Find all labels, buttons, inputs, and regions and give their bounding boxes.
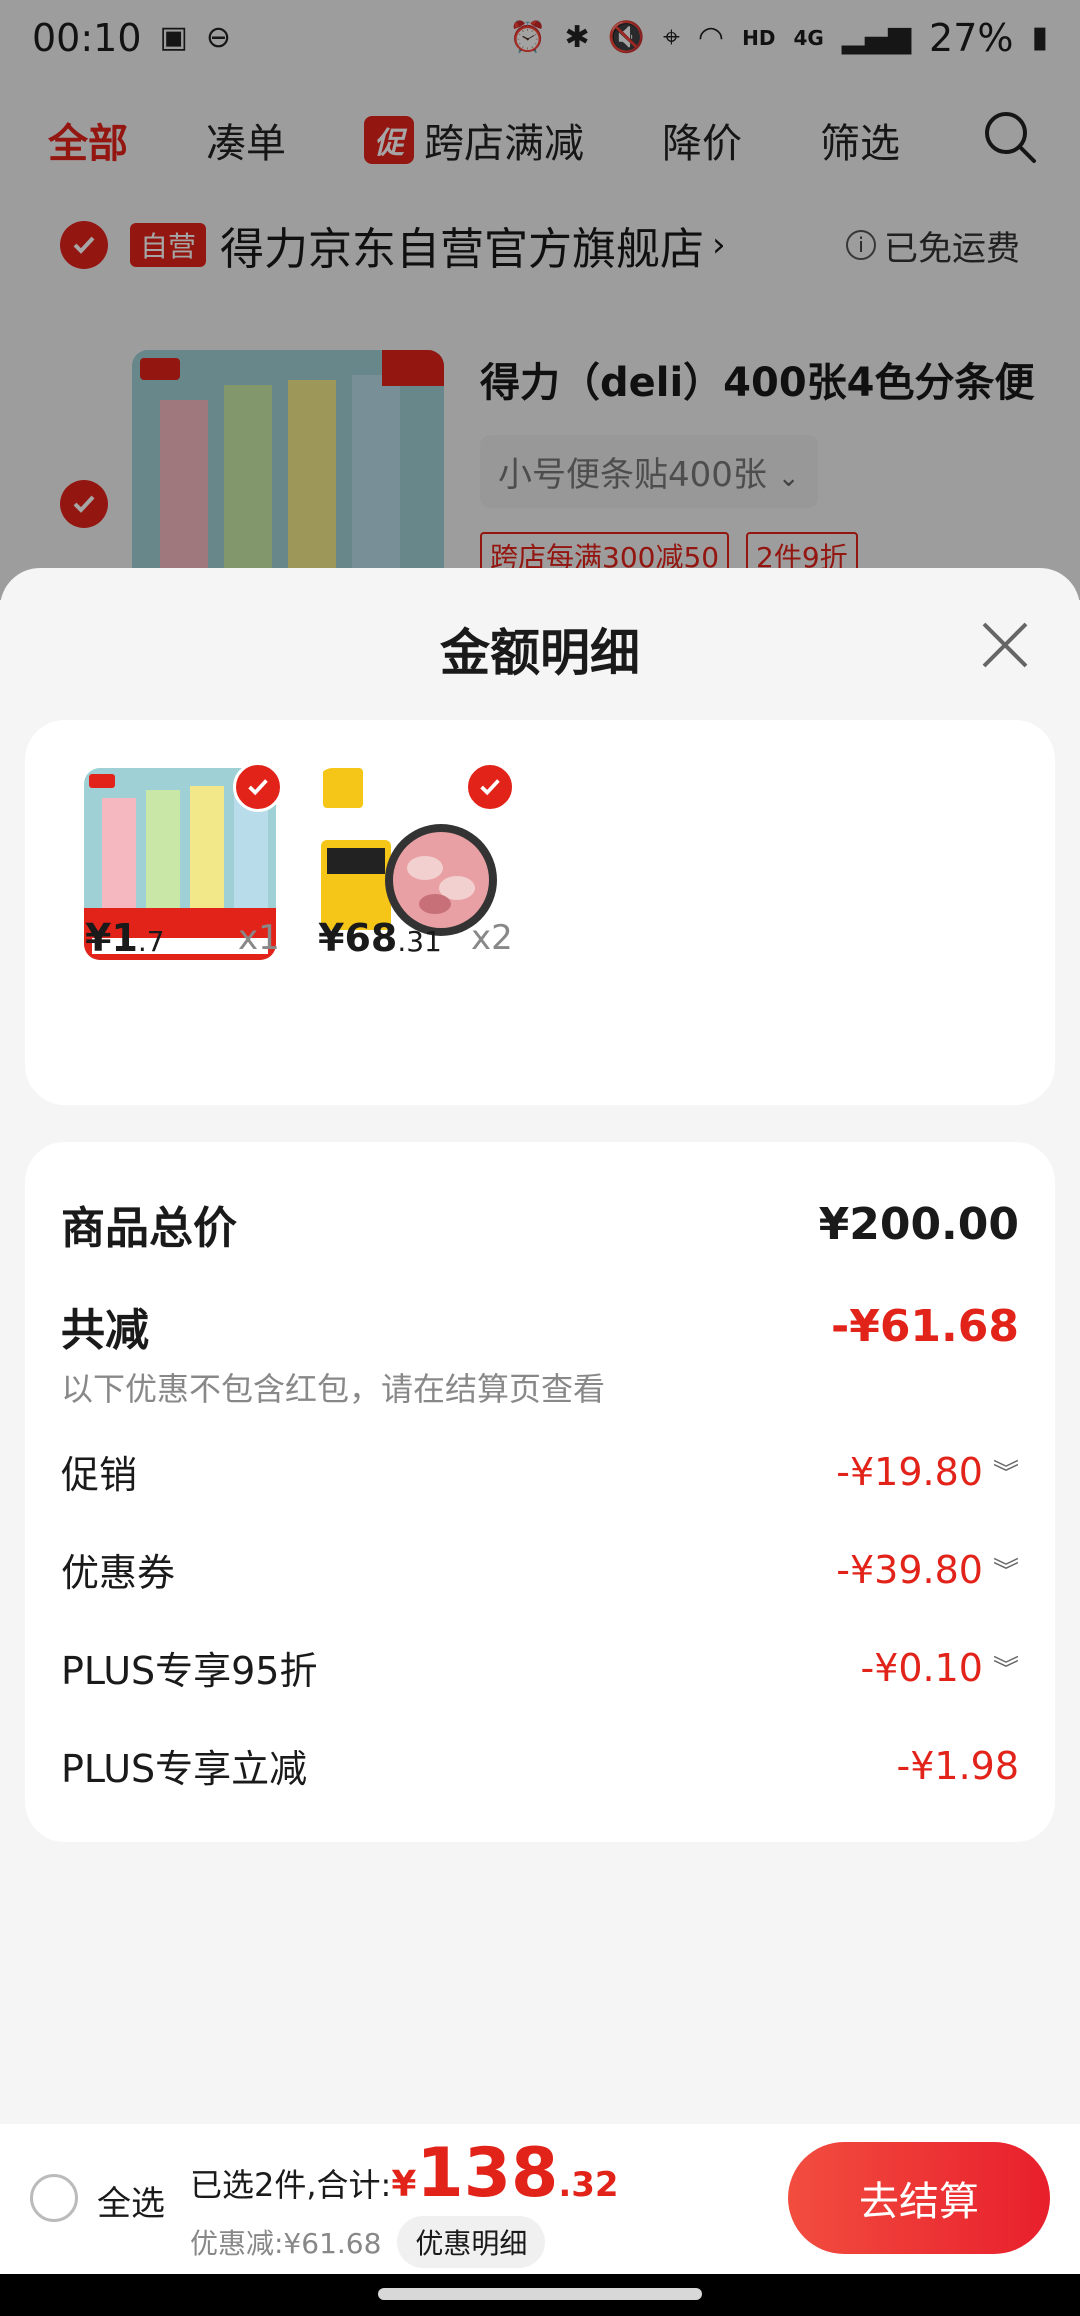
- checkout-bar: 全选 已选2件,合计: ¥ 138 .32 优惠减:¥61.68 优惠明细 去结…: [0, 2124, 1080, 2274]
- check-icon: [480, 779, 500, 796]
- amount-breakdown-card: 商品总价 ¥200.00 共减 -¥61.68 以下优惠不包含红包，请在结算页查…: [25, 1142, 1055, 1842]
- item-price: ¥68.31: [318, 916, 442, 960]
- coupon-line[interactable]: 优惠券 -¥39.80 ︾: [61, 1542, 1019, 1597]
- total-price-value: ¥200.00: [818, 1198, 1019, 1250]
- total-reduction-row: 共减 -¥61.68: [61, 1294, 1019, 1358]
- system-nav-bar: [0, 2274, 1080, 2316]
- total-price-label: 商品总价: [61, 1203, 237, 1254]
- check-icon: [248, 779, 268, 796]
- plus-reduction-line: PLUS专享立减 -¥1.98: [61, 1743, 1019, 1792]
- total-price-row: 商品总价 ¥200.00: [61, 1192, 1019, 1256]
- amount-detail-sheet: 金额明细 ¥1.7 x1 ¥68.31 x2 商品总价 ¥200.00 共减 -…: [0, 568, 1080, 2124]
- reduction-label: 共减: [61, 1305, 149, 1356]
- select-all-label[interactable]: 全选: [97, 2176, 165, 2225]
- total-currency: ¥: [391, 2164, 417, 2205]
- chevron-down-icon: ︾: [992, 1459, 1019, 1489]
- item-selected-check: [465, 762, 515, 812]
- discount-text: 优惠减:¥61.68: [190, 2227, 382, 2260]
- home-indicator[interactable]: [378, 2288, 702, 2300]
- item-quantity: x1: [238, 918, 280, 958]
- reduction-value: -¥61.68: [830, 1300, 1019, 1352]
- reduction-note: 以下优惠不包含红包，请在结算页查看: [61, 1370, 606, 1408]
- close-icon[interactable]: [978, 618, 1032, 672]
- plus-discount-line[interactable]: PLUS专享95折 -¥0.10 ︾: [61, 1640, 1019, 1695]
- discount-detail-button[interactable]: 优惠明细: [397, 2216, 546, 2268]
- total-amount: 138: [416, 2134, 559, 2213]
- select-all-radio[interactable]: [30, 2174, 78, 2222]
- total-decimal: .32: [558, 2165, 619, 2205]
- promo-line[interactable]: 促销 -¥19.80 ︾: [61, 1444, 1019, 1499]
- chevron-down-icon: ︾: [992, 1655, 1019, 1685]
- item-price: ¥1.7: [85, 916, 165, 960]
- sheet-title: 金额明细: [440, 624, 640, 682]
- checkout-button[interactable]: 去结算: [788, 2142, 1050, 2254]
- selected-count: 已选2件,合计:: [190, 2166, 392, 2204]
- chevron-down-icon: ︾: [992, 1557, 1019, 1587]
- items-card: ¥1.7 x1 ¥68.31 x2: [25, 720, 1055, 1105]
- order-summary: 已选2件,合计: ¥ 138 .32: [190, 2134, 619, 2213]
- item-selected-check: [233, 762, 283, 812]
- background-page: 00:10 ▣ ⊖ ⏰ ✱ 🔇 ⌖ ◠ HD 4G ▂▄▆ 27% ▮ 全部 凑…: [0, 0, 1080, 600]
- item-quantity: x2: [471, 918, 513, 958]
- overlay-scrim[interactable]: [0, 0, 1080, 600]
- discount-summary: 优惠减:¥61.68 优惠明细: [190, 2216, 546, 2268]
